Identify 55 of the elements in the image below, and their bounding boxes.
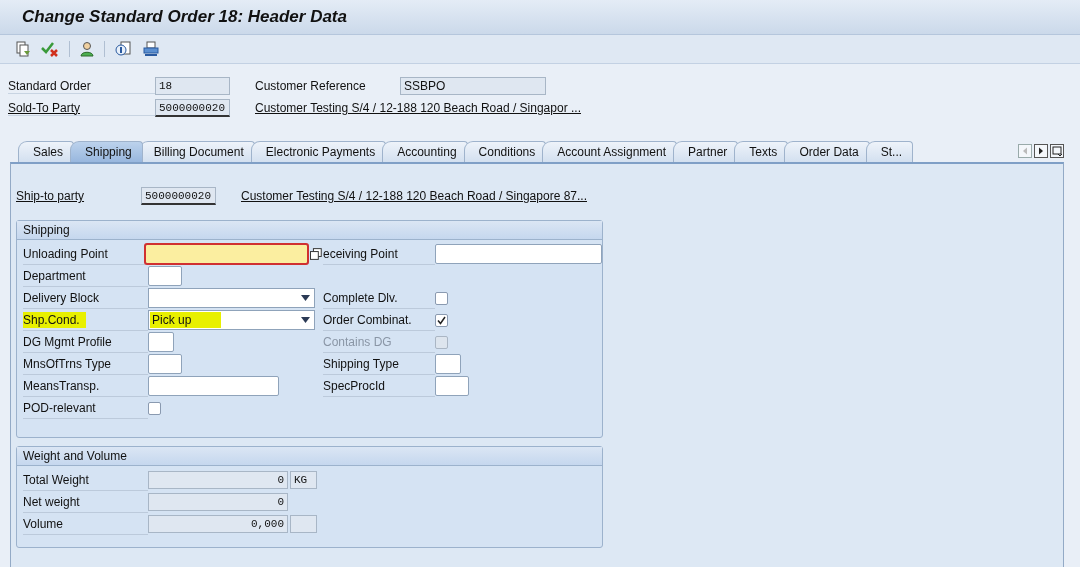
field-label: Standard Order bbox=[8, 78, 155, 94]
unit-field: KG bbox=[290, 471, 317, 489]
tab[interactable]: Partner bbox=[673, 141, 739, 162]
group-title: Shipping bbox=[17, 221, 602, 240]
input-field[interactable] bbox=[435, 244, 602, 264]
tab[interactable]: Shipping bbox=[70, 141, 143, 162]
input-field[interactable] bbox=[435, 376, 469, 396]
tab[interactable]: Texts bbox=[734, 141, 789, 162]
input-field[interactable] bbox=[148, 354, 182, 374]
tab[interactable]: Conditions bbox=[463, 141, 547, 162]
field-label: Shp.Cond. bbox=[23, 309, 148, 331]
quantity-field: 0 bbox=[148, 471, 288, 489]
window-title: Change Standard Order 18: Header Data bbox=[22, 7, 347, 27]
input-field[interactable] bbox=[148, 332, 174, 352]
printer-icon[interactable] bbox=[143, 41, 159, 57]
group-title: Weight and Volume bbox=[17, 447, 602, 466]
checkbox[interactable] bbox=[435, 291, 448, 305]
input-field[interactable] bbox=[148, 266, 182, 286]
check-cross-icon[interactable] bbox=[41, 41, 59, 57]
field-label: Complete Dlv. bbox=[323, 287, 435, 309]
input-field[interactable] bbox=[148, 376, 279, 396]
quantity-field: 0 bbox=[148, 493, 288, 511]
dropdown-arrow-icon[interactable] bbox=[301, 317, 310, 323]
quantity-field: 0,000 bbox=[148, 515, 288, 533]
input-field[interactable] bbox=[145, 244, 309, 264]
field-label: POD-relevant bbox=[23, 397, 148, 419]
ship-to-party-link[interactable]: Ship-to party bbox=[16, 189, 141, 203]
checkbox[interactable] bbox=[435, 313, 448, 327]
tab-list-icon[interactable] bbox=[1050, 144, 1064, 158]
customer-description-link[interactable]: Customer Testing S/4 / 12-188 120 Beach Road / Singapor ... bbox=[255, 101, 581, 115]
tab[interactable]: Order Data bbox=[784, 141, 870, 162]
input-field[interactable] bbox=[435, 354, 461, 374]
dropdown-field[interactable] bbox=[148, 288, 315, 308]
tab[interactable]: Electronic Payments bbox=[250, 141, 387, 162]
tab[interactable]: St... bbox=[865, 141, 914, 162]
tab[interactable]: Accounting bbox=[382, 141, 468, 162]
dropdown-arrow-icon[interactable] bbox=[301, 295, 310, 301]
value-help-icon[interactable] bbox=[310, 247, 323, 261]
field-label: Order Combinat. bbox=[323, 309, 435, 331]
field-label: Contains DG bbox=[323, 331, 435, 353]
order-number-field: 18 bbox=[155, 77, 230, 95]
document-icon[interactable] bbox=[15, 41, 31, 57]
person-icon[interactable] bbox=[80, 41, 94, 57]
checkbox[interactable] bbox=[148, 401, 161, 415]
tab[interactable]: Account Assignment bbox=[542, 141, 677, 162]
customer-reference-field: SSBPO bbox=[400, 77, 546, 95]
sold-to-party-field[interactable]: 5000000020 bbox=[155, 99, 230, 117]
documents-icon[interactable] bbox=[115, 41, 133, 57]
dropdown-field[interactable]: Pick up bbox=[148, 310, 315, 330]
ship-to-description-link[interactable]: Customer Testing S/4 / 12-188 120 Beach Road / Singapore 87... bbox=[241, 189, 587, 203]
ship-to-party-field[interactable]: 5000000020 bbox=[141, 187, 216, 205]
field-label: Customer Reference bbox=[255, 79, 367, 93]
tab[interactable]: Sales bbox=[18, 141, 75, 162]
sold-to-party-link[interactable]: Sold-To Party bbox=[8, 100, 155, 116]
scroll-right-icon[interactable] bbox=[1034, 144, 1048, 158]
